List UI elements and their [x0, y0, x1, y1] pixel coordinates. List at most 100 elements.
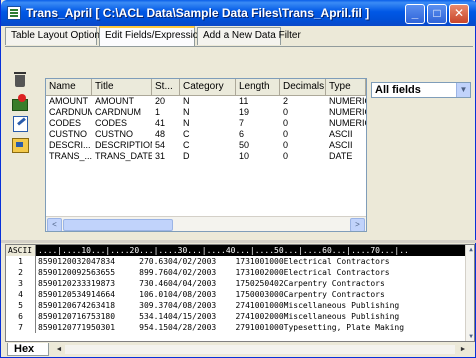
cell-start: 48 [155, 129, 166, 139]
cell-name: CARDNUM [49, 107, 92, 117]
encoding-label: ASCII [6, 245, 36, 256]
cell-name: CODES [49, 118, 82, 128]
pane-splitter[interactable] [1, 240, 476, 243]
cell-type: NUMERIC [329, 118, 366, 128]
field-grid[interactable]: Name Title St... Category Length Decimal… [45, 78, 367, 232]
cell-title: CUSTNO [95, 129, 133, 139]
grid-body: AMOUNT AMOUNT 20 N 11 2 NUMERIC CARDNUM … [46, 96, 366, 162]
column-header-name[interactable]: Name [46, 79, 92, 96]
field-filter-dropdown[interactable]: All fields ▼ [371, 82, 471, 98]
cell-category: C [183, 129, 190, 139]
bottom-scroll-track[interactable] [65, 345, 455, 354]
record-number: 1 [6, 256, 36, 267]
record-text: 8590120534914664 106.0104/08/2003 175000… [38, 290, 385, 299]
record-text: 8590120674263418 309.3704/08/2003 274100… [38, 301, 400, 310]
cell-type: ASCII [329, 129, 353, 139]
close-button[interactable]: ✕ [449, 4, 469, 24]
tab-table-layout-options[interactable]: Table Layout Options [5, 27, 105, 45]
tab-divider [5, 46, 473, 47]
scroll-up-icon[interactable]: ▲ [466, 245, 474, 255]
column-header-title[interactable]: Title [92, 79, 152, 96]
chevron-down-icon[interactable]: ▼ [456, 83, 470, 97]
data-row[interactable]: 3 8590120233319873 730.4604/04/2003 1750… [6, 278, 466, 289]
cell-start: 20 [155, 96, 166, 106]
record-text: 8590120032047834 270.6304/02/2003 173100… [38, 257, 390, 266]
record-text: 8590120716753180 534.1404/15/2003 274100… [38, 312, 400, 321]
scroll-left-icon[interactable]: ◄ [53, 343, 65, 356]
scrollbar-thumb[interactable] [63, 219, 173, 231]
table-row[interactable]: CUSTNO CUSTNO 48 C 6 0 ASCII [46, 129, 366, 140]
title-bar[interactable]: Trans_April [ C:\ACL Data\Sample Data Fi… [1, 0, 476, 26]
cell-start: 1 [155, 107, 161, 117]
record-text: 8590120771950301 954.1504/28/2003 279100… [38, 323, 405, 332]
delete-icon[interactable] [11, 70, 29, 88]
scroll-left-icon[interactable]: < [47, 218, 62, 231]
data-row[interactable]: 1 8590120032047834 270.6304/02/2003 1731… [6, 256, 466, 267]
cell-start: 31 [155, 151, 166, 161]
column-header-type[interactable]: Type [326, 79, 366, 96]
hex-view-tab[interactable]: Hex [7, 343, 49, 356]
cell-name: DESCRI... [49, 140, 91, 150]
record-data-view[interactable]: ASCII ....|....10...|....20...|....30...… [5, 244, 475, 342]
data-row[interactable]: 5 8590120674263418 309.3704/08/2003 2741… [6, 300, 466, 311]
column-header-start[interactable]: St... [152, 79, 180, 96]
table-layout-window: Trans_April [ C:\ACL Data\Sample Data Fi… [0, 0, 476, 358]
scroll-down-icon[interactable]: ▼ [466, 332, 474, 341]
grid-horizontal-scrollbar[interactable]: < > [46, 216, 366, 231]
filter-icon[interactable] [11, 136, 29, 154]
ruler-scale: ....|....10...|....20...|....30...|....4… [36, 245, 466, 256]
table-layout-app-icon [7, 6, 21, 20]
table-row[interactable]: CODES CODES 41 N 7 0 NUMERIC [46, 118, 366, 129]
table-row[interactable]: AMOUNT AMOUNT 20 N 11 2 NUMERIC [46, 96, 366, 107]
cell-category: N [183, 96, 190, 106]
cell-length: 7 [239, 118, 245, 128]
cell-decimals: 0 [283, 118, 289, 128]
cell-decimals: 0 [283, 107, 289, 117]
column-header-length[interactable]: Length [236, 79, 280, 96]
edit-field-icon[interactable] [11, 114, 29, 132]
cell-start: 41 [155, 118, 166, 128]
cell-decimals: 0 [283, 140, 289, 150]
cell-title: TRANS_DATE [95, 151, 152, 161]
cell-type: NUMERIC [329, 96, 366, 106]
cell-title: AMOUNT [95, 96, 134, 106]
cell-title: CODES [95, 118, 128, 128]
data-row[interactable]: 6 8590120716753180 534.1404/15/2003 2741… [6, 311, 466, 322]
cell-type: NUMERIC [329, 107, 366, 117]
record-number: 6 [6, 311, 36, 322]
maximize-button[interactable]: □ [427, 4, 447, 24]
table-row[interactable]: DESCRI... DESCRIPTION 54 C 50 0 ASCII [46, 140, 366, 151]
data-row[interactable]: 4 8590120534914664 106.0104/08/2003 1750… [6, 289, 466, 300]
tab-edit-fields-expressions[interactable]: Edit Fields/Expressions [99, 26, 209, 46]
dropdown-value: All fields [375, 84, 421, 96]
cell-title: CARDNUM [95, 107, 141, 117]
column-header-decimals[interactable]: Decimals [280, 79, 326, 96]
add-field-icon[interactable] [11, 93, 29, 111]
table-row[interactable]: TRANS_... TRANS_DATE 31 D 10 0 DATE [46, 151, 366, 162]
record-number: 3 [6, 278, 36, 289]
record-number: 5 [6, 300, 36, 311]
cell-name: AMOUNT [49, 96, 88, 106]
cell-decimals: 0 [283, 129, 289, 139]
cell-category: C [183, 140, 190, 150]
column-header-category[interactable]: Category [180, 79, 236, 96]
data-row[interactable]: 7 8590120771950301 954.1504/28/2003 2791… [6, 322, 466, 333]
record-number: 4 [6, 289, 36, 300]
cell-decimals: 2 [283, 96, 289, 106]
column-ruler: ASCII ....|....10...|....20...|....30...… [6, 245, 466, 256]
cell-length: 19 [239, 107, 250, 117]
cell-name: CUSTNO [49, 129, 87, 139]
cell-title: DESCRIPTION [95, 140, 152, 150]
record-number: 7 [6, 322, 36, 333]
scroll-right-icon[interactable]: ► [457, 343, 469, 356]
bottom-bar: Hex ◄ ► [5, 343, 475, 357]
data-row[interactable]: 2 8590120092563655 899.7604/02/2003 1731… [6, 267, 466, 278]
tab-add-data-filter[interactable]: Add a New Data Filter [197, 27, 301, 45]
cell-category: N [183, 118, 190, 128]
record-number: 2 [6, 267, 36, 278]
cell-category: N [183, 107, 190, 117]
data-vertical-scrollbar[interactable]: ▲ ▼ [465, 245, 474, 341]
scroll-right-icon[interactable]: > [350, 218, 365, 231]
table-row[interactable]: CARDNUM CARDNUM 1 N 19 0 NUMERIC [46, 107, 366, 118]
minimize-button[interactable]: _ [405, 4, 425, 24]
